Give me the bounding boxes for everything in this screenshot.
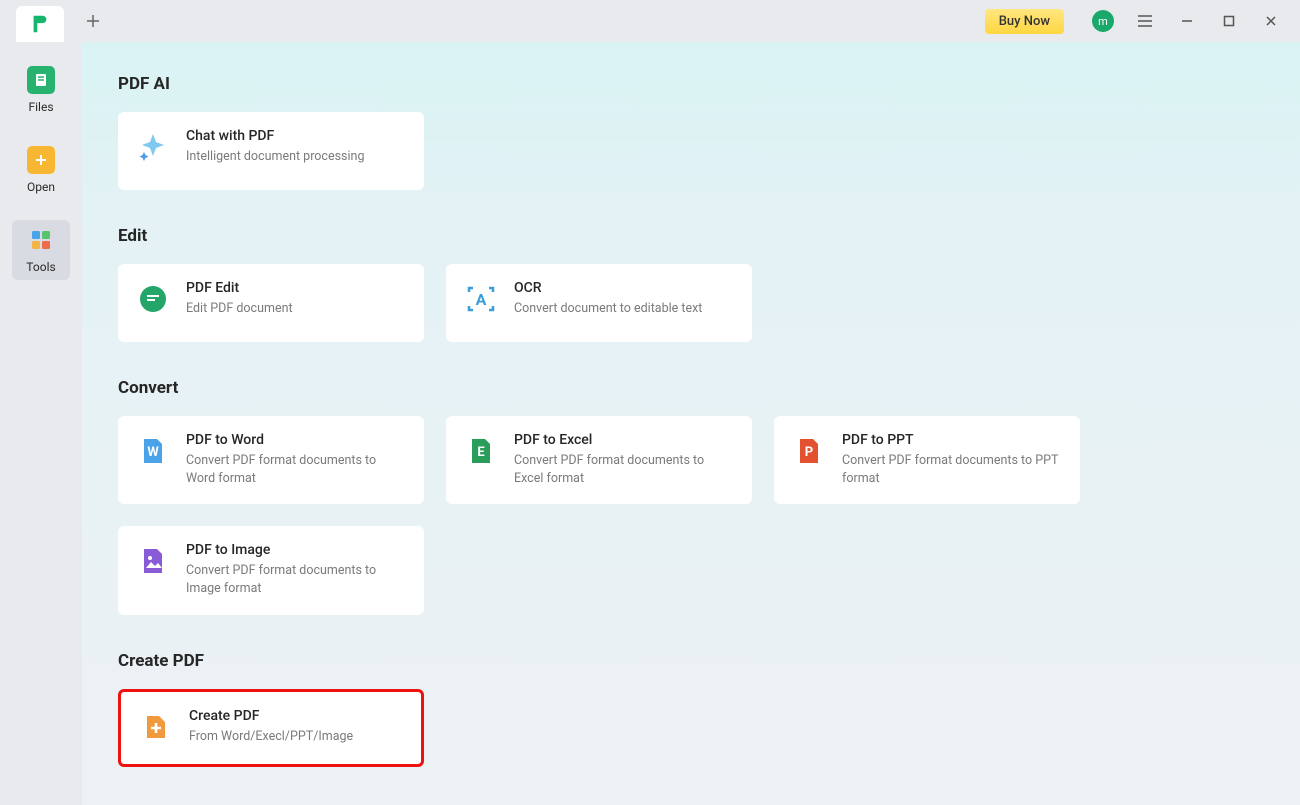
svg-text:W: W bbox=[147, 445, 159, 460]
card-title: Create PDF bbox=[189, 708, 353, 724]
card-title: PDF to Image bbox=[186, 542, 406, 558]
open-icon bbox=[27, 146, 55, 174]
card-create-pdf[interactable]: Create PDF From Word/Execl/PPT/Image bbox=[118, 689, 424, 767]
sidebar-item-label: Tools bbox=[26, 260, 55, 274]
card-desc: Convert PDF format documents to Excel fo… bbox=[514, 452, 734, 488]
card-desc: Convert PDF format documents to Word for… bbox=[186, 452, 406, 488]
sidebar-item-label: Files bbox=[28, 100, 53, 114]
titlebar: Buy Now m bbox=[0, 0, 1300, 42]
card-title: PDF Edit bbox=[186, 280, 293, 296]
card-title: OCR bbox=[514, 280, 702, 296]
card-desc: Convert document to editable text bbox=[514, 300, 702, 318]
card-title: Chat with PDF bbox=[186, 128, 364, 144]
avatar-icon: m bbox=[1092, 10, 1114, 32]
tools-icon bbox=[27, 226, 55, 254]
card-pdf-to-image[interactable]: PDF to Image Convert PDF format document… bbox=[118, 526, 424, 614]
card-desc: Intelligent document processing bbox=[186, 148, 364, 166]
card-pdf-to-excel[interactable]: E PDF to Excel Convert PDF format docume… bbox=[446, 416, 752, 504]
content-area: PDF AI Chat with PDF Intelligent documen… bbox=[82, 42, 1300, 805]
image-doc-icon bbox=[136, 544, 170, 578]
minimize-icon bbox=[1180, 14, 1194, 28]
menu-button[interactable] bbox=[1131, 7, 1159, 35]
sidebar-item-tools[interactable]: Tools bbox=[12, 220, 70, 280]
card-desc: Edit PDF document bbox=[186, 300, 293, 318]
card-pdf-to-ppt[interactable]: P PDF to PPT Convert PDF format document… bbox=[774, 416, 1080, 504]
section-pdf-ai: PDF AI Chat with PDF Intelligent documen… bbox=[118, 74, 1264, 190]
files-icon bbox=[27, 66, 55, 94]
sparkle-icon bbox=[136, 130, 170, 164]
card-ocr[interactable]: A OCR Convert document to editable text bbox=[446, 264, 752, 342]
card-chat-with-pdf[interactable]: Chat with PDF Intelligent document proce… bbox=[118, 112, 424, 190]
create-pdf-icon bbox=[139, 710, 173, 744]
maximize-button[interactable] bbox=[1215, 7, 1243, 35]
buy-now-button[interactable]: Buy Now bbox=[985, 9, 1064, 34]
maximize-icon bbox=[1222, 14, 1236, 28]
section-edit: Edit PDF Edit Edit PDF document A bbox=[118, 226, 1264, 342]
svg-text:A: A bbox=[476, 290, 487, 309]
sidebar-item-files[interactable]: Files bbox=[12, 60, 70, 120]
card-desc: Convert PDF format documents to Image fo… bbox=[186, 562, 406, 598]
card-title: PDF to Excel bbox=[514, 432, 734, 448]
section-create-pdf: Create PDF Create PDF From Word/Execl/PP… bbox=[118, 651, 1264, 767]
ocr-icon: A bbox=[464, 282, 498, 316]
section-title: PDF AI bbox=[118, 74, 1264, 94]
section-title: Convert bbox=[118, 378, 1264, 398]
card-pdf-edit[interactable]: PDF Edit Edit PDF document bbox=[118, 264, 424, 342]
svg-text:P: P bbox=[805, 445, 813, 460]
pdf-edit-icon bbox=[136, 282, 170, 316]
user-avatar[interactable]: m bbox=[1089, 7, 1117, 35]
close-icon bbox=[1264, 14, 1278, 28]
card-title: PDF to PPT bbox=[842, 432, 1062, 448]
new-tab-button[interactable] bbox=[78, 6, 108, 36]
card-desc: From Word/Execl/PPT/Image bbox=[189, 728, 353, 746]
section-title: Edit bbox=[118, 226, 1264, 246]
plus-icon bbox=[86, 14, 100, 28]
section-title: Create PDF bbox=[118, 651, 1264, 671]
card-title: PDF to Word bbox=[186, 432, 406, 448]
excel-doc-icon: E bbox=[464, 434, 498, 468]
sidebar-item-label: Open bbox=[27, 180, 55, 194]
close-button[interactable] bbox=[1257, 7, 1285, 35]
card-pdf-to-word[interactable]: W PDF to Word Convert PDF format documen… bbox=[118, 416, 424, 504]
app-logo-icon bbox=[29, 13, 51, 35]
ppt-doc-icon: P bbox=[792, 434, 826, 468]
sidebar-item-open[interactable]: Open bbox=[12, 140, 70, 200]
word-doc-icon: W bbox=[136, 434, 170, 468]
minimize-button[interactable] bbox=[1173, 7, 1201, 35]
svg-text:E: E bbox=[477, 445, 485, 460]
hamburger-icon bbox=[1137, 14, 1153, 28]
app-tab[interactable] bbox=[16, 6, 64, 42]
sidebar: Files Open Tools bbox=[0, 42, 82, 805]
card-desc: Convert PDF format documents to PPT form… bbox=[842, 452, 1062, 488]
section-convert: Convert W PDF to Word Convert PDF format… bbox=[118, 378, 1264, 615]
